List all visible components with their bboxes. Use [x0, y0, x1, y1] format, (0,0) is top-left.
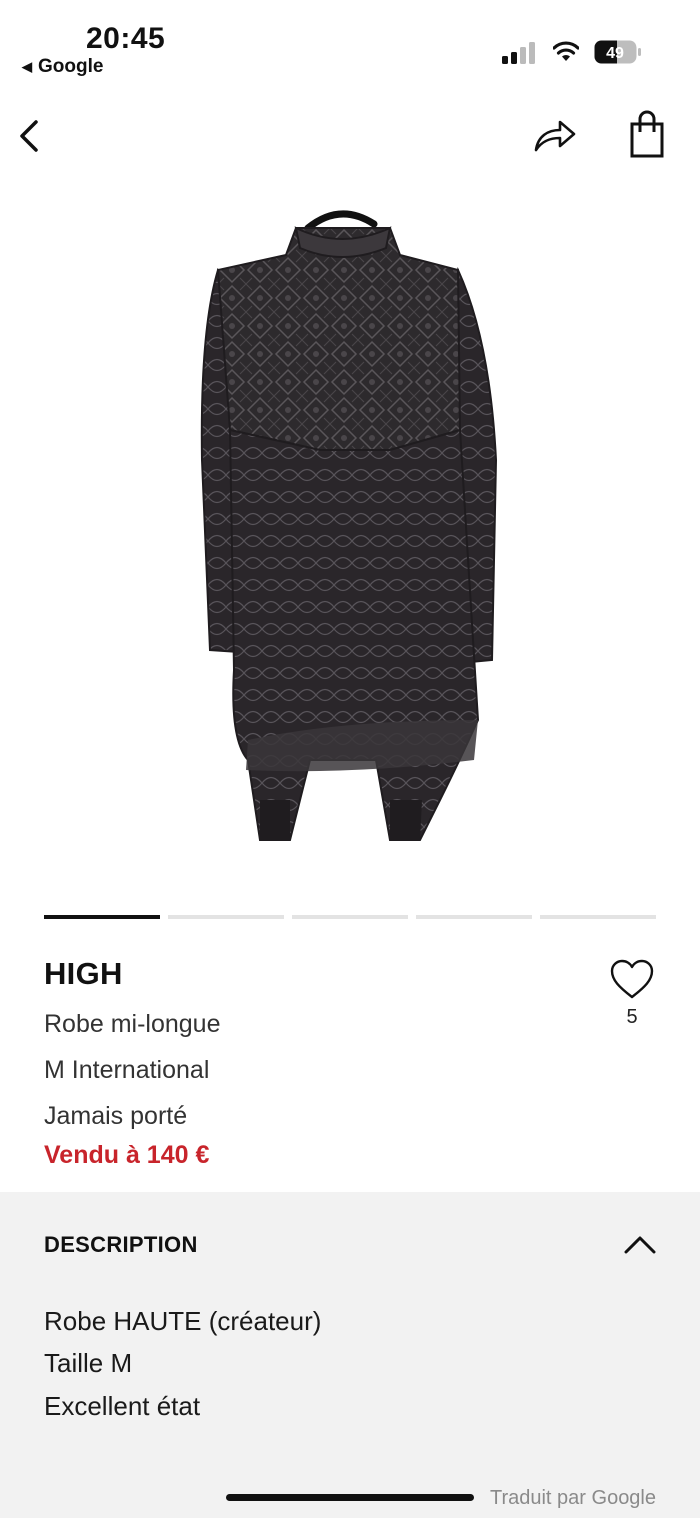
- image-pagination: [44, 915, 656, 919]
- product-type: Robe mi-longue: [44, 1010, 221, 1038]
- favorite-button[interactable]: 5: [606, 958, 658, 1048]
- product-condition: Jamais porté: [44, 1102, 188, 1130]
- back-button[interactable]: [10, 112, 50, 160]
- product-brand[interactable]: HIGH: [44, 956, 123, 992]
- back-triangle-icon: ◀: [22, 59, 32, 74]
- battery-icon: 49: [594, 40, 642, 64]
- page-indicator[interactable]: [540, 915, 656, 919]
- product-size: M International: [44, 1056, 210, 1084]
- back-app-label: Google: [38, 56, 104, 77]
- status-time: 20:45: [86, 22, 166, 55]
- translated-by-google[interactable]: Traduit par Google: [490, 1487, 656, 1510]
- description-line: Excellent état: [44, 1391, 201, 1421]
- page-indicator[interactable]: [416, 915, 532, 919]
- description-title: DESCRIPTION: [44, 1232, 198, 1257]
- home-indicator[interactable]: [226, 1494, 474, 1501]
- battery-level: 49: [606, 45, 624, 62]
- page-indicator[interactable]: [168, 915, 284, 919]
- shopping-bag-button[interactable]: [624, 110, 670, 162]
- description-line: Robe HAUTE (créateur): [44, 1306, 322, 1336]
- cellular-signal-icon: [502, 42, 535, 64]
- page-indicator[interactable]: [292, 915, 408, 919]
- sold-price: Vendu à 140 €: [44, 1141, 210, 1169]
- collapse-chevron-icon[interactable]: [620, 1230, 660, 1260]
- heart-icon: [610, 959, 654, 999]
- description-section: DESCRIPTION Robe HAUTE (créateur) Taille…: [0, 1192, 700, 1518]
- page-indicator-active[interactable]: [44, 915, 160, 919]
- wifi-icon: [553, 41, 579, 61]
- back-to-app-link[interactable]: ◀ Google: [22, 56, 103, 78]
- share-button[interactable]: [528, 112, 580, 160]
- description-line: Taille M: [44, 1348, 133, 1378]
- favorite-count: 5: [626, 1006, 638, 1028]
- product-image[interactable]: [190, 200, 510, 850]
